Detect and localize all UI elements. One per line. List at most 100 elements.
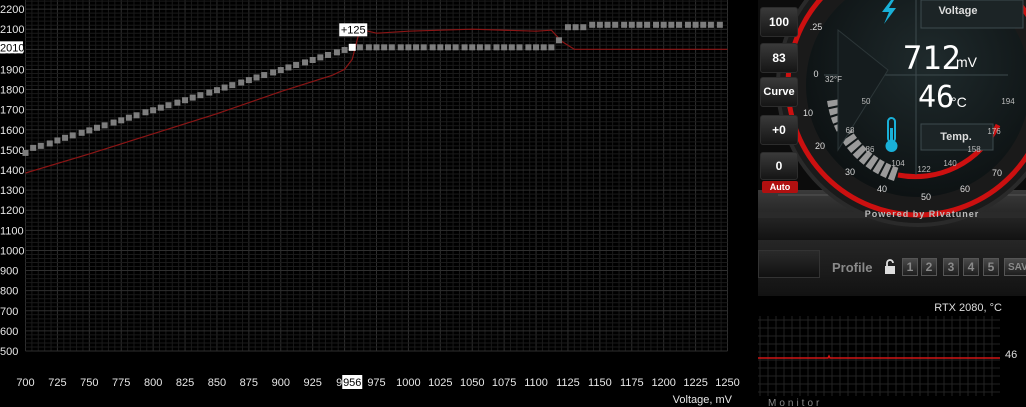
- curve-point[interactable]: [125, 114, 132, 121]
- curve-point[interactable]: [508, 44, 515, 51]
- curve-point[interactable]: [285, 64, 292, 71]
- curve-point[interactable]: [564, 24, 571, 31]
- auto-fan-toggle[interactable]: Auto: [762, 181, 798, 193]
- voltage-frequency-curve-chart[interactable]: 500 600 700 800 900 1000 1100 1200 1300 1400 1500 1…: [0, 0, 758, 407]
- curve-point[interactable]: [596, 21, 603, 28]
- curve-point[interactable]: [317, 54, 324, 61]
- curve-point[interactable]: [302, 59, 309, 66]
- curve-point[interactable]: [437, 44, 444, 51]
- curve-point[interactable]: [604, 21, 611, 28]
- reset-panel[interactable]: [758, 250, 820, 278]
- curve-point[interactable]: [716, 21, 723, 28]
- profile-slot-4[interactable]: 4: [963, 258, 979, 276]
- curve-point[interactable]: [540, 44, 547, 51]
- memory-clock-value[interactable]: +0: [760, 115, 798, 145]
- curve-point[interactable]: [189, 94, 196, 101]
- curve-point[interactable]: [110, 119, 117, 126]
- curve-point[interactable]: [30, 144, 37, 151]
- curve-point[interactable]: [405, 44, 412, 51]
- curve-point[interactable]: [589, 21, 596, 28]
- curve-point[interactable]: [675, 21, 682, 28]
- curve-point[interactable]: [397, 44, 404, 51]
- curve-point[interactable]: [388, 44, 395, 51]
- curve-point[interactable]: [93, 124, 100, 131]
- curve-point[interactable]: [118, 117, 125, 124]
- curve-point[interactable]: [253, 74, 260, 81]
- curve-point[interactable]: [365, 44, 372, 51]
- fan-speed-value[interactable]: 0: [760, 152, 798, 180]
- curve-point[interactable]: [444, 44, 451, 51]
- curve-point[interactable]: [420, 44, 427, 51]
- curve-point[interactable]: [556, 37, 563, 44]
- curve-point[interactable]: [213, 87, 220, 94]
- curve-point[interactable]: [644, 21, 651, 28]
- curve-point[interactable]: [341, 46, 348, 53]
- curve-point[interactable]: [653, 21, 660, 28]
- curve-point[interactable]: [78, 129, 85, 136]
- curve-point[interactable]: [261, 72, 268, 79]
- curve-point[interactable]: [548, 44, 555, 51]
- curve-point[interactable]: [22, 149, 29, 156]
- curve-point[interactable]: [429, 44, 436, 51]
- unlock-icon[interactable]: [884, 259, 896, 275]
- curve-point[interactable]: [238, 79, 245, 86]
- curve-point[interactable]: [413, 44, 420, 51]
- temp-limit-value[interactable]: 83: [760, 43, 798, 73]
- curve-point[interactable]: [707, 21, 714, 28]
- profile-slot-1[interactable]: 1: [902, 258, 918, 276]
- curve-point[interactable]: [245, 77, 252, 84]
- curve-point[interactable]: [692, 21, 699, 28]
- curve-point[interactable]: [270, 69, 277, 76]
- curve-point[interactable]: [533, 44, 540, 51]
- curve-point[interactable]: [142, 109, 149, 116]
- curve-point[interactable]: [668, 21, 675, 28]
- curve-point[interactable]: [501, 44, 508, 51]
- curve-point[interactable]: [580, 24, 587, 31]
- curve-point[interactable]: [277, 67, 284, 74]
- curve-point[interactable]: [150, 107, 157, 114]
- curve-point[interactable]: [525, 44, 532, 51]
- curve-point[interactable]: [165, 102, 172, 109]
- curve-point[interactable]: [476, 44, 483, 51]
- curve-point[interactable]: [324, 51, 331, 58]
- curve-point[interactable]: [612, 21, 619, 28]
- curve-point[interactable]: [493, 44, 500, 51]
- curve-point[interactable]: [309, 56, 316, 63]
- curve-point[interactable]: [157, 104, 164, 111]
- curve-point[interactable]: [293, 62, 300, 69]
- curve-point[interactable]: [484, 44, 491, 51]
- curve-point[interactable]: [572, 24, 579, 31]
- curve-point[interactable]: [469, 44, 476, 51]
- save-button[interactable]: SAV: [1004, 258, 1026, 276]
- curve-point[interactable]: [373, 44, 380, 51]
- curve-point[interactable]: [229, 82, 236, 89]
- profile-slot-5[interactable]: 5: [983, 258, 999, 276]
- curve-point[interactable]: [221, 84, 228, 91]
- curve-point[interactable]: [182, 97, 189, 104]
- curve-point[interactable]: [37, 142, 44, 149]
- curve-point[interactable]: [684, 21, 691, 28]
- curve-point[interactable]: [133, 112, 140, 119]
- curve-point[interactable]: [700, 21, 707, 28]
- power-limit-value[interactable]: 100: [760, 7, 798, 37]
- curve-point[interactable]: [197, 92, 204, 99]
- curve-point[interactable]: [636, 21, 643, 28]
- curve-button[interactable]: Curve: [760, 77, 798, 107]
- curve-point[interactable]: [381, 44, 388, 51]
- curve-point[interactable]: [86, 127, 93, 134]
- profile-slot-2[interactable]: 2: [921, 258, 937, 276]
- curve-point[interactable]: [69, 132, 76, 139]
- curve-point[interactable]: [174, 99, 181, 106]
- selected-curve-point[interactable]: [348, 43, 356, 51]
- curve-point[interactable]: [628, 21, 635, 28]
- curve-point[interactable]: [62, 134, 69, 141]
- profile-slot-3[interactable]: 3: [943, 258, 959, 276]
- curve-point[interactable]: [660, 21, 667, 28]
- curve-point[interactable]: [206, 89, 213, 96]
- curve-point[interactable]: [452, 44, 459, 51]
- curve-point[interactable]: [46, 140, 53, 147]
- curve-point[interactable]: [621, 21, 628, 28]
- curve-point[interactable]: [54, 137, 61, 144]
- curve-point[interactable]: [101, 122, 108, 129]
- curve-point[interactable]: [333, 49, 340, 56]
